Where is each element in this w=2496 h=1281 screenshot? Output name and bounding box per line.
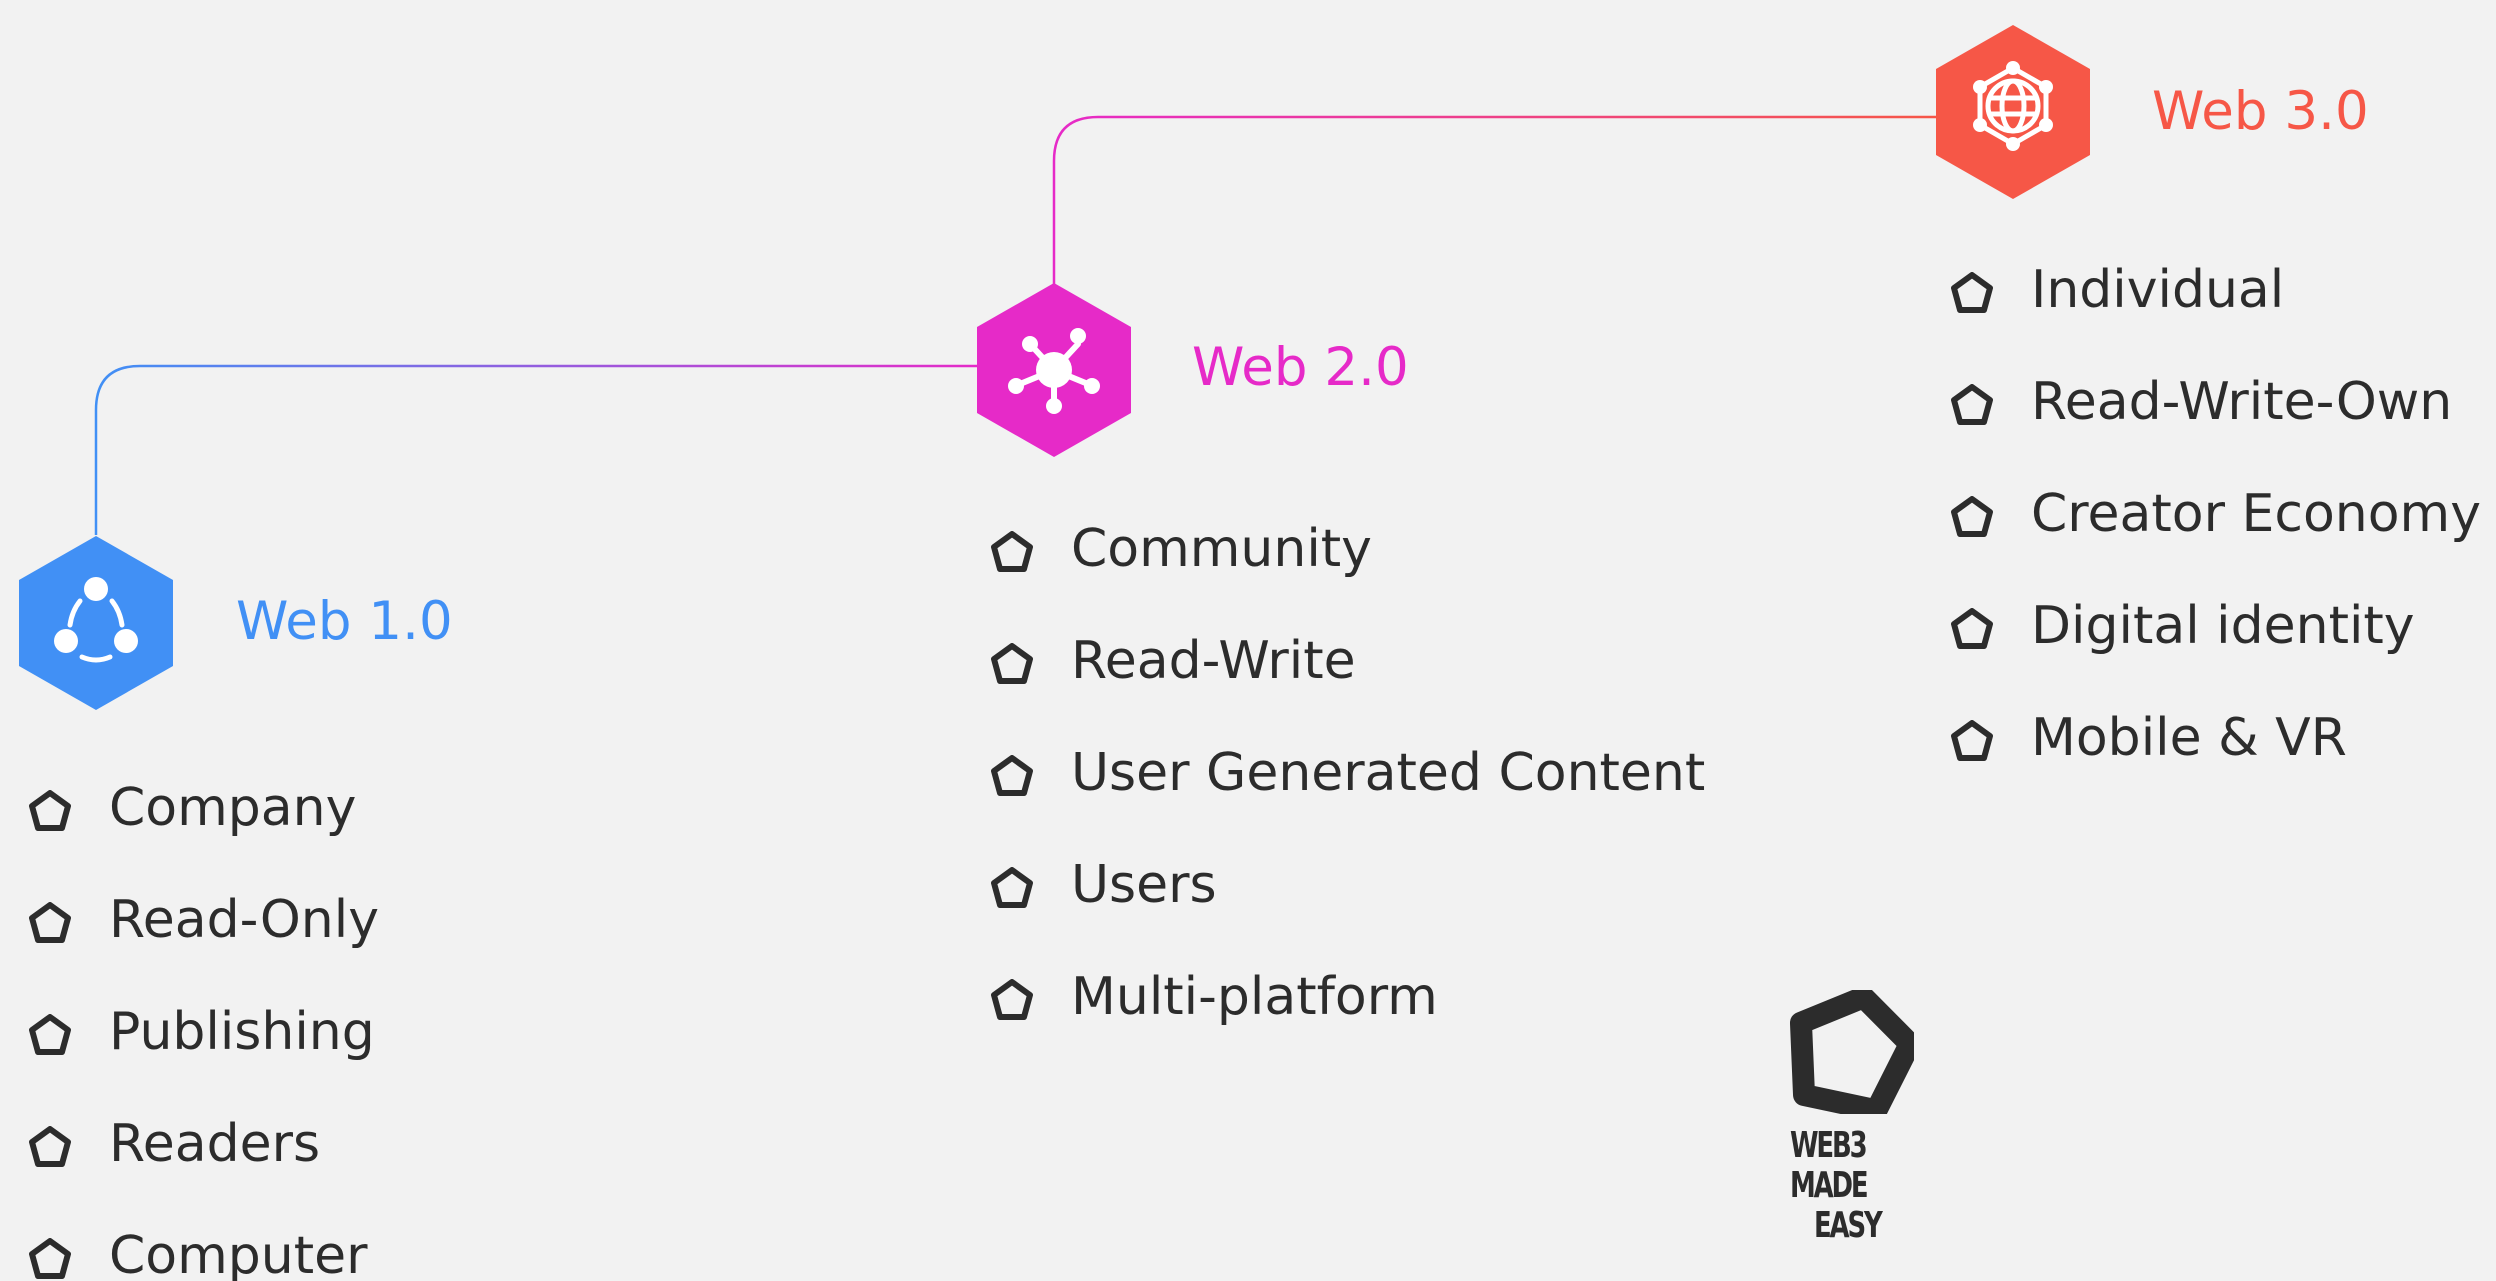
web3-hexagon bbox=[1933, 22, 2093, 202]
logo-text-line: MADE bbox=[1790, 1165, 1869, 1206]
pentagon-bullet-icon bbox=[991, 867, 1033, 909]
web3-made-easy-logo: WEB3 MADE EASY bbox=[1790, 990, 1920, 1246]
list-item-label: Multi-platform bbox=[1071, 967, 1438, 1027]
pentagon-bullet-icon bbox=[991, 979, 1033, 1021]
list-item: Users bbox=[991, 855, 1705, 967]
list-item-label: Digital identity bbox=[2031, 596, 2415, 656]
list-item-label: User Generated Content bbox=[1071, 743, 1706, 803]
pentagon-logo-icon bbox=[1790, 990, 1914, 1114]
list-item-label: Read-Write bbox=[1071, 631, 1356, 691]
list-item-label: Publishing bbox=[109, 1002, 375, 1062]
list-item: Digital identity bbox=[1951, 596, 2481, 708]
list-item: Publishing bbox=[29, 1002, 379, 1114]
pentagon-bullet-icon bbox=[1951, 496, 1993, 538]
web3-feature-list: Individual Read-Write-Own Creator Econom… bbox=[1951, 260, 2481, 820]
web2-hexagon bbox=[974, 280, 1134, 460]
list-item-label: Read-Write-Own bbox=[2031, 372, 2453, 432]
list-item-label: Read-Only bbox=[109, 890, 379, 950]
pentagon-bullet-icon bbox=[991, 755, 1033, 797]
web2-feature-list: Community Read-Write User Generated Cont… bbox=[991, 519, 1705, 1079]
list-item-label: Community bbox=[1071, 519, 1372, 579]
connector-web2-web3 bbox=[1052, 115, 1940, 287]
web1-feature-list: Company Read-Only Publishing Readers Com… bbox=[29, 778, 379, 1281]
list-item-label: Individual bbox=[2031, 260, 2285, 320]
logo-text-line: EASY bbox=[1814, 1205, 1883, 1246]
pentagon-bullet-icon bbox=[29, 902, 71, 944]
web2-title: Web 2.0 bbox=[1192, 337, 1409, 398]
pentagon-bullet-icon bbox=[29, 790, 71, 832]
list-item: Read-Only bbox=[29, 890, 379, 1002]
list-item: Company bbox=[29, 778, 379, 890]
list-item: Readers bbox=[29, 1114, 379, 1226]
list-item: Mobile & VR bbox=[1951, 708, 2481, 820]
list-item: Creator Economy bbox=[1951, 484, 2481, 596]
pentagon-bullet-icon bbox=[29, 1014, 71, 1056]
list-item-label: Creator Economy bbox=[2031, 484, 2481, 544]
pentagon-bullet-icon bbox=[1951, 608, 1993, 650]
pentagon-bullet-icon bbox=[1951, 384, 1993, 426]
list-item-label: Readers bbox=[109, 1114, 321, 1174]
pentagon-bullet-icon bbox=[29, 1126, 71, 1168]
list-item: Individual bbox=[1951, 260, 2481, 372]
pentagon-bullet-icon bbox=[991, 643, 1033, 685]
pentagon-bullet-icon bbox=[29, 1238, 71, 1280]
pentagon-bullet-icon bbox=[1951, 272, 1993, 314]
web1-title: Web 1.0 bbox=[236, 591, 453, 652]
list-item-label: Computer bbox=[109, 1226, 368, 1281]
list-item-label: Users bbox=[1071, 855, 1217, 915]
web3-title: Web 3.0 bbox=[2152, 81, 2369, 142]
pentagon-bullet-icon bbox=[1951, 720, 1993, 762]
list-item: Multi-platform bbox=[991, 967, 1705, 1079]
connector-web1-web2 bbox=[94, 364, 985, 535]
web1-hexagon bbox=[16, 533, 176, 713]
list-item: Computer bbox=[29, 1226, 379, 1281]
web-evolution-diagram: Web 1.0 Company Read-Only Publishing Rea… bbox=[0, 0, 2496, 1281]
list-item: Read-Write-Own bbox=[1951, 372, 2481, 484]
logo-text-line: WEB3 bbox=[1790, 1125, 1868, 1166]
list-item: User Generated Content bbox=[991, 743, 1705, 855]
list-item: Community bbox=[991, 519, 1705, 631]
list-item: Read-Write bbox=[991, 631, 1705, 743]
list-item-label: Company bbox=[109, 778, 357, 838]
pentagon-bullet-icon bbox=[991, 531, 1033, 573]
list-item-label: Mobile & VR bbox=[2031, 708, 2347, 768]
